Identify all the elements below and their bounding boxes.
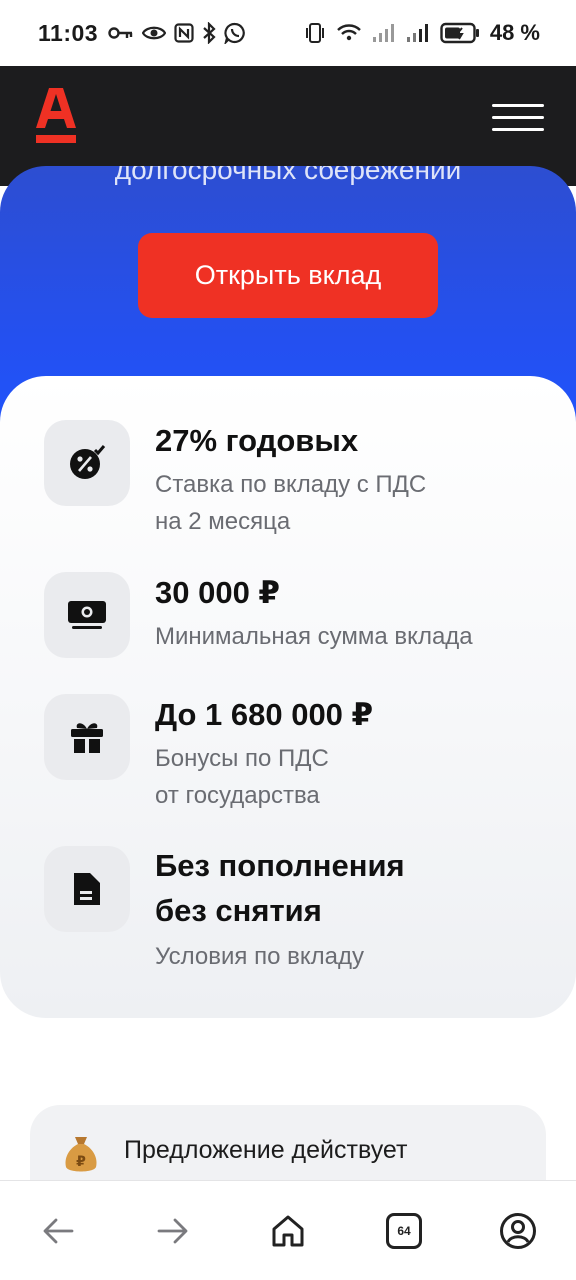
wifi-icon	[336, 23, 362, 43]
eye-icon	[142, 24, 167, 42]
bluetooth-icon	[202, 22, 216, 44]
status-bar: 11:03 48 %	[0, 0, 576, 66]
feature-subtitle: Минимальная сумма вклада	[155, 623, 473, 650]
hero-partial-text: долгосрочных сбережений	[114, 166, 462, 185]
percent-badge-icon	[44, 420, 130, 506]
feature-title: 27% годовых	[155, 423, 359, 458]
arrow-right-icon[interactable]	[143, 1201, 203, 1261]
gift-icon	[44, 694, 130, 780]
feature-title: Без пополнения без снятия	[155, 848, 405, 928]
vibrate-icon	[304, 22, 326, 44]
money-bag-icon: ₽	[64, 1135, 98, 1175]
feature-title: 30 000 ₽	[155, 575, 280, 610]
arrow-left-icon[interactable]	[28, 1201, 88, 1261]
tabs-icon: 64	[386, 1213, 422, 1249]
battery-percent: 48 %	[489, 20, 540, 45]
feature-subtitle: Ставка по вкладу с ПДС на 2 месяца	[155, 471, 427, 535]
screen: 11:03 48 % долгосрочных сбережений Откры…	[0, 0, 576, 1280]
profile-icon[interactable]	[488, 1201, 548, 1261]
banknote-icon	[44, 572, 130, 658]
nfc-icon	[174, 23, 194, 43]
browser-nav-bar: 64	[0, 1180, 576, 1280]
feature-subtitle: Условия по вкладу	[155, 943, 364, 970]
home-icon[interactable]	[258, 1201, 318, 1261]
tabs-button[interactable]: 64	[374, 1201, 434, 1261]
signal-icon	[372, 23, 396, 43]
alfa-logo[interactable]	[36, 86, 76, 146]
whatsapp-icon	[224, 22, 246, 44]
offer-text: Предложение действует	[124, 1136, 408, 1164]
signal-icon	[406, 23, 430, 43]
hamburger-menu-icon[interactable]	[492, 104, 544, 131]
tabs-count: 64	[397, 1224, 411, 1238]
svg-text:₽: ₽	[76, 1154, 86, 1170]
feature-subtitle: Бонусы по ПДС от государства	[155, 745, 329, 809]
key-icon	[108, 25, 134, 41]
document-icon	[44, 846, 130, 932]
status-time: 11:03	[38, 19, 99, 46]
status-left-icons	[108, 22, 246, 44]
status-right-icons: 48 %	[304, 20, 540, 46]
open-deposit-button[interactable]: Открыть вклад	[138, 233, 438, 318]
features-card: 27% годовых Ставка по вкладу с ПДС на 2 …	[0, 376, 576, 1018]
feature-title: До 1 680 000 ₽	[155, 697, 374, 732]
battery-icon	[440, 22, 480, 44]
